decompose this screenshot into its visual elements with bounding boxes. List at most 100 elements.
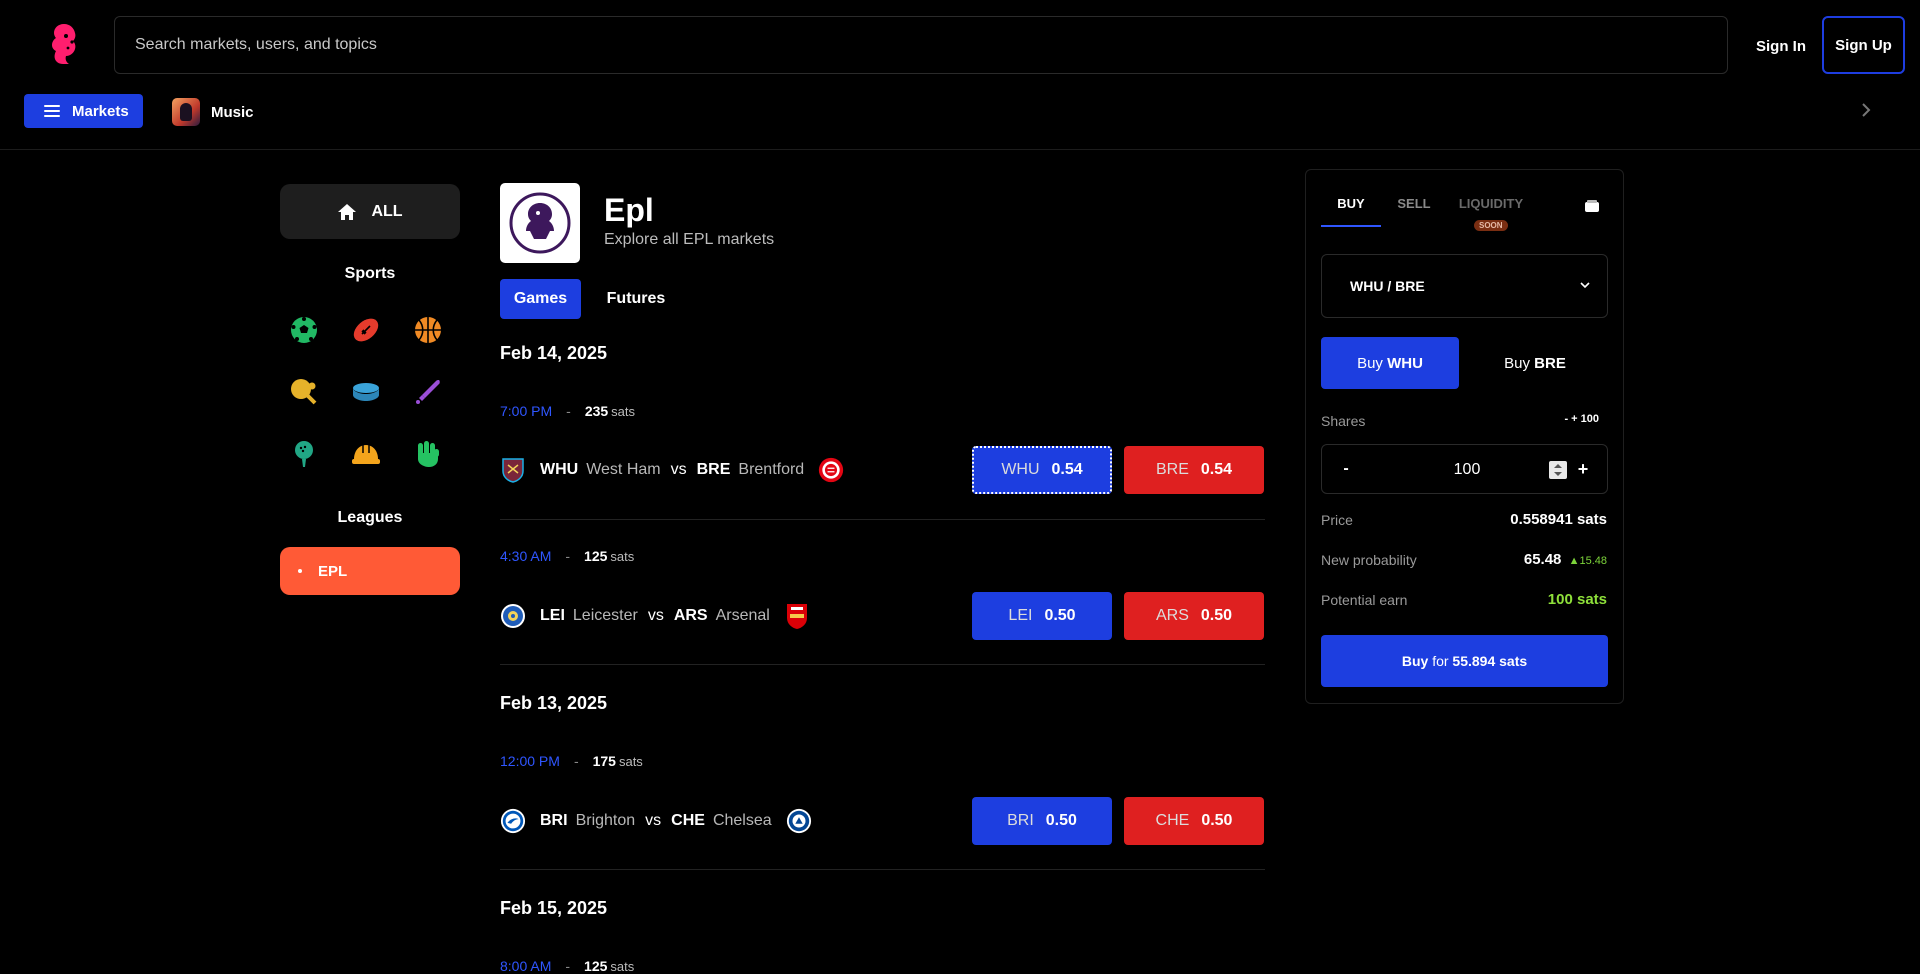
game-time: 7:00 PM <box>500 403 553 419</box>
divider <box>500 869 1265 870</box>
home-team-abbr: BRI <box>540 812 568 829</box>
home-team-name: Brighton <box>575 812 636 829</box>
search-bar[interactable] <box>114 16 1728 74</box>
sign-in-button[interactable]: Sign In <box>1740 28 1822 64</box>
tab-sell[interactable]: SELL <box>1384 196 1444 211</box>
leagues-heading: Leagues <box>337 509 403 526</box>
away-team-abbr: ARS <box>673 607 708 624</box>
top-bar: Sign In Sign Up <box>0 0 1920 90</box>
tab-liquidity[interactable]: LIQUIDITY <box>1446 196 1536 211</box>
divider <box>500 519 1265 520</box>
home-team-name: West Ham <box>586 461 661 478</box>
tab-buy[interactable]: BUY <box>1321 196 1381 227</box>
shares-stepper: - + <box>1321 444 1608 494</box>
probability-number: 65.48 <box>1523 551 1562 568</box>
match-row[interactable]: WHU West Ham vs BRE Brentford WHU 0.54 B… <box>500 446 1265 494</box>
sports-grid <box>288 314 453 470</box>
bet-home-button[interactable]: BRI 0.50 <box>972 797 1112 845</box>
game-volume: 175 <box>592 753 616 769</box>
shares-quick-adjust[interactable]: - + 100 <box>1564 413 1599 425</box>
baseball-bat-icon[interactable] <box>412 376 444 408</box>
market-pair-value: WHU / BRE <box>1350 278 1425 294</box>
buy-away-outcome-button[interactable]: Buy BRE <box>1466 337 1604 389</box>
game-time: 4:30 AM <box>500 548 552 564</box>
football-icon[interactable] <box>350 314 382 346</box>
vs-label: vs <box>645 812 662 829</box>
bet-away-button[interactable]: CHE 0.50 <box>1124 797 1264 845</box>
tab-futures[interactable]: Futures <box>598 279 674 319</box>
buy-home-outcome-button[interactable]: Buy WHU <box>1321 337 1459 389</box>
all-sports-button[interactable]: ALL <box>280 184 460 239</box>
probability-label: New probability <box>1321 552 1417 568</box>
bet-away-button[interactable]: ARS 0.50 <box>1124 592 1264 640</box>
fist-icon[interactable] <box>412 438 444 470</box>
spinner-icon[interactable] <box>1549 461 1567 479</box>
wallet-icon[interactable] <box>1585 199 1599 212</box>
bet-away-price: 0.54 <box>1200 461 1233 478</box>
bet-home-abbr: BRI <box>1007 812 1034 829</box>
shares-input[interactable] <box>1412 457 1522 483</box>
markets-menu-button[interactable]: Markets <box>24 94 143 128</box>
cta-amount: 55.894 sats <box>1452 653 1528 669</box>
bet-away-button[interactable]: BRE 0.54 <box>1124 446 1264 494</box>
basketball-icon[interactable] <box>412 314 444 346</box>
match-row[interactable]: BRI Brighton vs CHE Chelsea BRI 0.50 CHE… <box>500 797 1265 845</box>
decrement-button[interactable]: - <box>1336 458 1356 480</box>
bet-away-abbr: CHE <box>1155 812 1190 829</box>
bet-home-price: 0.50 <box>1044 607 1076 624</box>
tab-games[interactable]: Games <box>500 279 581 319</box>
league-epl-label: EPL <box>318 562 348 580</box>
match-teams: BRI Brighton vs CHE Chelsea <box>500 808 812 834</box>
west-ham-crest-icon <box>500 457 526 483</box>
volume-unit: sats <box>610 549 635 564</box>
search-input[interactable] <box>115 17 1727 73</box>
category-music[interactable]: Music <box>172 98 254 126</box>
category-bar: Markets Music <box>0 90 1920 150</box>
sign-up-button[interactable]: Sign Up <box>1822 16 1905 74</box>
separator: - <box>565 548 571 564</box>
game-meta: 8:00 AM - 125 sats <box>500 958 634 974</box>
away-team-name: Brentford <box>738 461 805 478</box>
game-time: 8:00 AM <box>500 958 552 974</box>
cta-prefix: Buy <box>1401 653 1429 669</box>
volume-unit: sats <box>611 404 636 419</box>
soccer-icon[interactable] <box>288 314 320 346</box>
market-pair-select[interactable]: WHU / BRE <box>1321 254 1608 318</box>
chevron-right-icon[interactable] <box>1858 98 1878 122</box>
probability-value: 65.48 ▲15.48 <box>1524 551 1607 568</box>
separator: - <box>573 753 579 769</box>
price-label: Price <box>1321 512 1353 528</box>
bet-home-abbr: WHU <box>1001 461 1040 478</box>
buy-away-abbr: BRE <box>1534 354 1566 372</box>
ping-pong-icon[interactable] <box>288 376 320 408</box>
hockey-puck-icon[interactable] <box>350 376 382 408</box>
league-logo <box>500 183 580 263</box>
sports-heading: Sports <box>344 265 396 282</box>
all-label: ALL <box>371 202 403 220</box>
bet-home-price: 0.54 <box>1051 461 1083 478</box>
brentford-crest-icon <box>818 457 844 483</box>
date-heading: Feb 14, 2025 <box>500 343 608 363</box>
home-team-abbr: WHU <box>540 461 579 478</box>
vs-label: vs <box>647 607 664 624</box>
bet-home-button[interactable]: WHU 0.54 <box>972 446 1112 494</box>
bet-home-button[interactable]: LEI 0.50 <box>972 592 1112 640</box>
away-team-abbr: CHE <box>671 812 705 829</box>
price-value: 0.558941 sats <box>1510 511 1607 528</box>
buy-submit-button[interactable]: Buy for 55.894 sats <box>1321 635 1608 687</box>
away-team-name: Chelsea <box>712 812 772 829</box>
helmet-icon[interactable] <box>350 438 382 470</box>
game-meta: 4:30 AM - 125 sats <box>500 548 634 564</box>
brand-logo-icon[interactable] <box>44 22 84 66</box>
league-item-epl[interactable]: EPL <box>280 547 460 595</box>
game-time: 12:00 PM <box>500 753 560 769</box>
shares-label: Shares <box>1321 413 1366 429</box>
volume-unit: sats <box>618 754 643 769</box>
golf-icon[interactable] <box>288 438 320 470</box>
increment-button[interactable]: + <box>1573 458 1593 480</box>
page-subtitle: Explore all EPL markets <box>604 231 775 248</box>
divider <box>500 664 1265 665</box>
match-row[interactable]: LEI Leicester vs ARS Arsenal LEI 0.50 AR… <box>500 592 1265 640</box>
home-team-name: Leicester <box>572 607 638 624</box>
separator: - <box>565 958 571 974</box>
